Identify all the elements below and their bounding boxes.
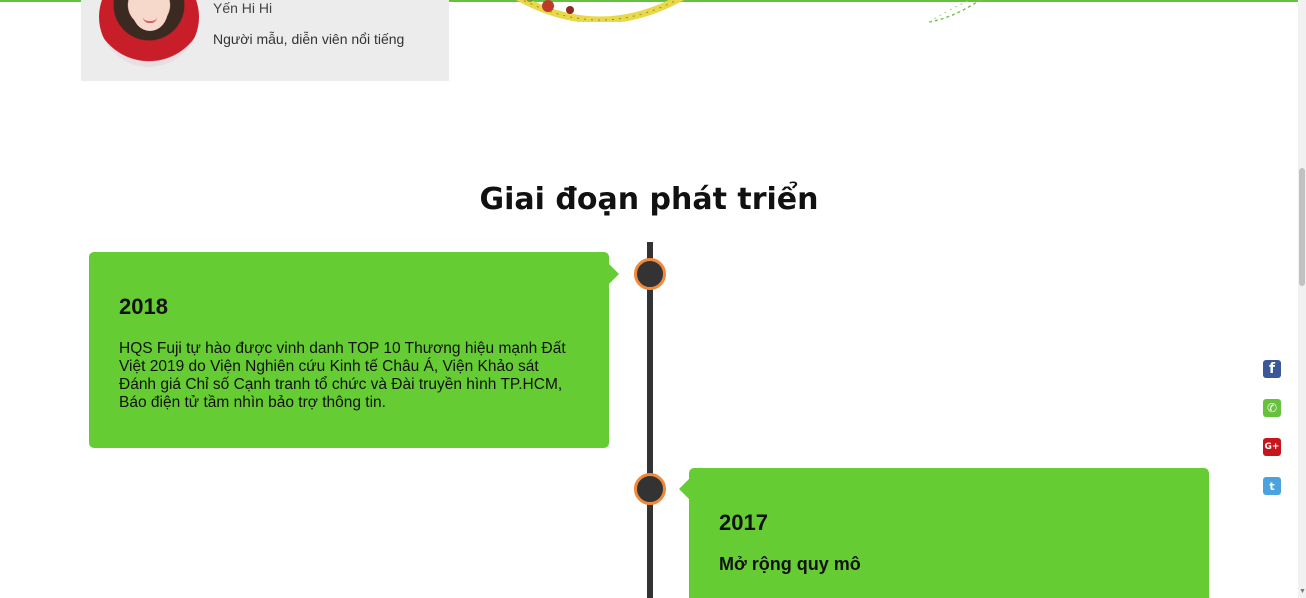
avatar — [99, 0, 199, 67]
testimonial-card: Yến Hi Hi Người mẫu, diễn viên nổi tiếng — [81, 0, 449, 81]
food-measuring-tape-image — [515, 0, 685, 22]
testimonial-role: Người mẫu, diễn viên nổi tiếng — [213, 31, 405, 47]
google-plus-icon[interactable]: G+ — [1263, 438, 1281, 456]
scrollbar[interactable]: ▼ — [1298, 0, 1306, 598]
timeline-dot — [634, 258, 666, 290]
scrollbar-thumb[interactable] — [1299, 168, 1305, 286]
card-pointer — [679, 479, 689, 499]
testimonial-name: Yến Hi Hi — [213, 0, 273, 16]
card-subtitle: Mở rộng quy mô — [719, 554, 861, 574]
card-text: HQS Fuji tự hào được vinh danh TOP 10 Th… — [119, 340, 566, 411]
timeline-line — [647, 242, 653, 598]
timeline-dot — [634, 473, 666, 505]
card-year: 2018 — [119, 294, 168, 319]
timeline-card-2018: 2018 HQS Fuji tự hào được vinh danh TOP … — [89, 252, 619, 448]
card-year: 2017 — [719, 510, 768, 535]
twitter-icon[interactable]: t — [1263, 477, 1281, 495]
scroll-down-icon[interactable]: ▼ — [1299, 588, 1306, 595]
timeline-card-2017: 2017 Mở rộng quy mô — [679, 468, 1209, 598]
facebook-icon[interactable]: f — [1263, 360, 1281, 378]
section-title: Giai đoạn phát triển — [479, 182, 819, 217]
card-pointer — [609, 264, 619, 284]
leaf-decoration — [928, 0, 982, 23]
phone-icon[interactable]: ✆ — [1263, 399, 1281, 417]
